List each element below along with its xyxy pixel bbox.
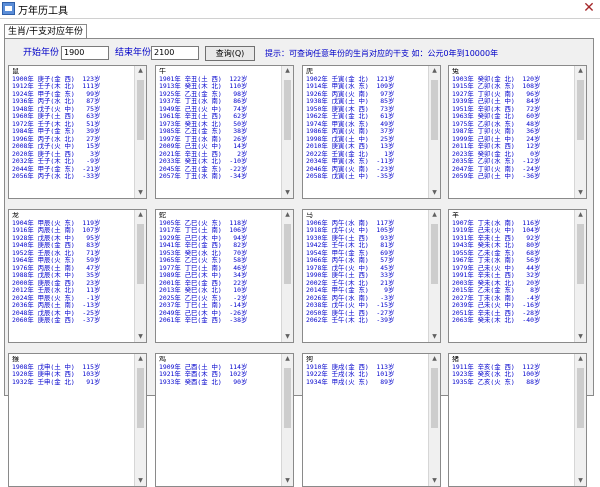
zodiac-box[interactable]: 鼠 1900年 庚子(金 西) 123岁 1912年 壬子(木 北) 111岁 192… [8,65,147,199]
hint-text: 提示：可查询任意年份的生肖对应的干支 如：公元0年到10000年 [265,49,499,58]
zodiac-box[interactable]: 龙 1904年 甲辰(火 东) 119岁 1916年 丙辰(土 南) 107岁 192… [8,209,147,343]
title-bar: 万年历工具 ✕ [0,0,600,19]
vertical-scrollbar[interactable]: ▲ ▼ [134,66,146,198]
scroll-down-arrow-icon[interactable]: ▼ [135,476,146,486]
year-row: 2059年 己卯(土 中) -36岁 [452,172,541,180]
zodiac-box[interactable]: 猴 1908年 戊申(土 中) 115岁 1920年 庚申(木 西) 103岁 193… [8,353,147,487]
zodiac-list: 狗 1910年 庚戌(金 西) 113岁 1922年 壬戌(水 北) 101岁 193… [306,356,428,486]
year-row: 1933年 癸酉(金 北) 90岁 [159,377,248,386]
zodiac-box[interactable]: 羊 1907年 丁未(水 南) 116岁 1919年 己未(火 中) 104岁 193… [448,209,587,343]
scroll-thumb[interactable] [284,224,291,284]
year-row: 1934年 甲戌(火 东) 89岁 [306,377,395,386]
zodiac-list: 蛇 1905年 乙巳(火 东) 118岁 1917年 丁巳(土 南) 106岁 192… [159,212,281,342]
year-row: 2058年 戊寅(土 中) -35岁 [306,172,395,180]
end-year-label: 结束年份 [115,48,152,58]
year-row: 2056年 丙子(水 北) -33岁 [12,172,101,180]
close-icon[interactable]: ✕ [582,1,596,15]
vertical-scrollbar[interactable]: ▲ ▼ [428,354,440,486]
zodiac-box[interactable]: 猪 1911年 辛亥(金 西) 112岁 1923年 癸亥(水 北) 100岁 193… [448,353,587,487]
scroll-thumb[interactable] [577,224,584,284]
zodiac-list: 鼠 1900年 庚子(金 西) 123岁 1912年 壬子(木 北) 111岁 192… [12,68,134,198]
calendar-app-icon [2,2,15,15]
scroll-thumb[interactable] [137,224,144,284]
vertical-scrollbar[interactable]: ▲ ▼ [134,354,146,486]
zodiac-box[interactable]: 牛 1901年 辛丑(土 西) 122岁 1913年 癸丑(木 北) 110岁 192… [155,65,294,199]
zodiac-box[interactable]: 马 1906年 丙午(水 南) 117岁 1918年 戊午(火 中) 105岁 193… [302,209,441,343]
main-panel: 开始年份 1900 结束年份 2100 查询(Q) 提示：可查询任意年份的生肖对… [4,38,594,487]
scroll-down-arrow-icon[interactable]: ▼ [429,332,440,342]
year-row: 2060年 庚辰(金 西) -37岁 [12,316,101,324]
year-row: 2061年 辛巳(金 西) -38岁 [159,316,248,324]
scroll-up-arrow-icon[interactable]: ▲ [575,66,586,76]
year-row: 2057年 丁丑(水 南) -34岁 [159,172,248,180]
scroll-up-arrow-icon[interactable]: ▲ [282,354,293,364]
scroll-thumb[interactable] [431,368,438,428]
vertical-scrollbar[interactable]: ▲ ▼ [428,210,440,342]
vertical-scrollbar[interactable]: ▲ ▼ [281,66,293,198]
tab-strip: 生肖/干支对应年份 [4,24,594,39]
scroll-up-arrow-icon[interactable]: ▲ [575,210,586,220]
zodiac-box[interactable]: 兔 1903年 癸卯(金 北) 120岁 1915年 乙卯(水 东) 108岁 192… [448,65,587,199]
scroll-thumb[interactable] [431,224,438,284]
scroll-down-arrow-icon[interactable]: ▼ [135,188,146,198]
scroll-up-arrow-icon[interactable]: ▲ [282,66,293,76]
scroll-thumb[interactable] [137,368,144,428]
zodiac-box[interactable]: 虎 1902年 壬寅(金 北) 121岁 1914年 甲寅(水 东) 109岁 192… [302,65,441,199]
year-row: 2062年 壬午(木 北) -39岁 [306,316,395,324]
scroll-down-arrow-icon[interactable]: ▼ [135,332,146,342]
scroll-down-arrow-icon[interactable]: ▼ [282,188,293,198]
zodiac-list: 虎 1902年 壬寅(金 北) 121岁 1914年 甲寅(水 东) 109岁 192… [306,68,428,198]
zodiac-list: 兔 1903年 癸卯(金 北) 120岁 1915年 乙卯(水 东) 108岁 192… [452,68,574,198]
year-row: 2063年 癸未(木 北) -40岁 [452,316,541,324]
zodiac-list: 鸡 1909年 己酉(土 中) 114岁 1921年 辛酉(木 西) 102岁 193… [159,356,281,486]
scroll-up-arrow-icon[interactable]: ▲ [135,210,146,220]
scroll-up-arrow-icon[interactable]: ▲ [429,210,440,220]
end-year-input[interactable]: 2100 [151,46,199,60]
scroll-thumb[interactable] [577,368,584,428]
scroll-down-arrow-icon[interactable]: ▼ [282,476,293,486]
zodiac-list: 龙 1904年 甲辰(火 东) 119岁 1916年 丙辰(土 南) 107岁 192… [12,212,134,342]
scroll-thumb[interactable] [431,80,438,140]
zodiac-list: 猪 1911年 辛亥(金 西) 112岁 1923年 癸亥(水 北) 100岁 193… [452,356,574,486]
vertical-scrollbar[interactable]: ▲ ▼ [574,354,586,486]
zodiac-box[interactable]: 蛇 1905年 乙巳(火 东) 118岁 1917年 丁巳(土 南) 106岁 192… [155,209,294,343]
vertical-scrollbar[interactable]: ▲ ▼ [134,210,146,342]
zodiac-box[interactable]: 狗 1910年 庚戌(金 西) 113岁 1922年 壬戌(水 北) 101岁 193… [302,353,441,487]
window-title: 万年历工具 [18,6,68,17]
scroll-up-arrow-icon[interactable]: ▲ [135,354,146,364]
scroll-down-arrow-icon[interactable]: ▼ [575,332,586,342]
start-year-input[interactable]: 1900 [61,46,109,60]
scroll-thumb[interactable] [137,80,144,140]
zodiac-list: 羊 1907年 丁未(水 南) 116岁 1919年 己未(火 中) 104岁 193… [452,212,574,342]
scroll-down-arrow-icon[interactable]: ▼ [575,476,586,486]
vertical-scrollbar[interactable]: ▲ ▼ [281,354,293,486]
scroll-thumb[interactable] [284,368,291,428]
scroll-down-arrow-icon[interactable]: ▼ [282,332,293,342]
year-row: 1935年 乙亥(火 东) 88岁 [452,377,541,386]
scroll-up-arrow-icon[interactable]: ▲ [575,354,586,364]
scroll-down-arrow-icon[interactable]: ▼ [575,188,586,198]
start-year-label: 开始年份 [23,48,60,58]
tab-zodiac-ganzhi[interactable]: 生肖/干支对应年份 [4,24,88,39]
scroll-up-arrow-icon[interactable]: ▲ [135,66,146,76]
scroll-down-arrow-icon[interactable]: ▼ [429,188,440,198]
zodiac-list: 猴 1908年 戊申(土 中) 115岁 1920年 庚申(木 西) 103岁 193… [12,356,134,486]
scroll-up-arrow-icon[interactable]: ▲ [429,66,440,76]
vertical-scrollbar[interactable]: ▲ ▼ [574,66,586,198]
vertical-scrollbar[interactable]: ▲ ▼ [574,210,586,342]
zodiac-box[interactable]: 鸡 1909年 己酉(土 中) 114岁 1921年 辛酉(木 西) 102岁 193… [155,353,294,487]
scroll-thumb[interactable] [577,80,584,140]
year-row: 1932年 壬申(金 北) 91岁 [12,377,101,386]
zodiac-list: 牛 1901年 辛丑(土 西) 122岁 1913年 癸丑(木 北) 110岁 192… [159,68,281,198]
vertical-scrollbar[interactable]: ▲ ▼ [428,66,440,198]
zodiac-list: 马 1906年 丙午(水 南) 117岁 1918年 戊午(火 中) 105岁 193… [306,212,428,342]
scroll-down-arrow-icon[interactable]: ▼ [429,476,440,486]
scroll-thumb[interactable] [284,80,291,140]
query-button[interactable]: 查询(Q) [205,46,255,61]
vertical-scrollbar[interactable]: ▲ ▼ [281,210,293,342]
scroll-up-arrow-icon[interactable]: ▲ [282,210,293,220]
scroll-up-arrow-icon[interactable]: ▲ [429,354,440,364]
